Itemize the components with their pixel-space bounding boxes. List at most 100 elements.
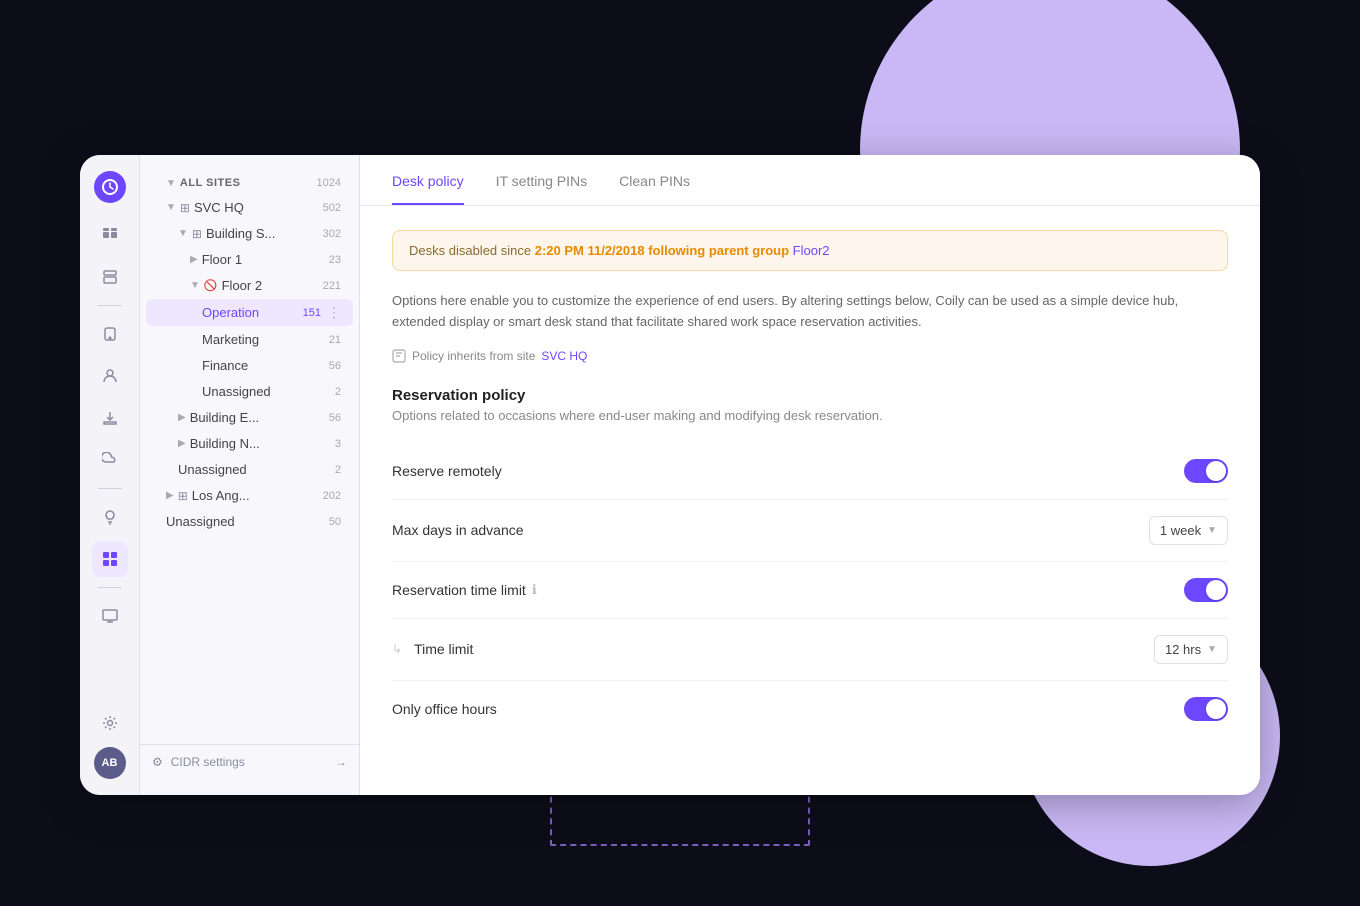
unassigned3-count: 50 bbox=[329, 516, 341, 528]
nav-icon-device[interactable] bbox=[92, 316, 128, 352]
nav-footer[interactable]: ⚙ CIDR settings → bbox=[140, 744, 359, 779]
setting-row-time-limit-hrs: ↳ Time limit 12 hrs ▼ bbox=[392, 619, 1228, 681]
warning-link[interactable]: Floor2 bbox=[793, 243, 830, 258]
operation-label: Operation bbox=[202, 305, 297, 320]
nav-item-unassigned2[interactable]: Unassigned 2 bbox=[146, 457, 353, 482]
divider-1 bbox=[98, 305, 122, 306]
unassigned2-count: 2 bbox=[335, 464, 341, 476]
office-hours-toggle[interactable] bbox=[1184, 697, 1228, 721]
setting-row-time-limit: Reservation time limit ℹ bbox=[392, 562, 1228, 619]
tab-it-setting-pins[interactable]: IT setting PINs bbox=[496, 155, 588, 205]
unassigned3-label: Unassigned bbox=[166, 514, 323, 529]
nav-arrow-floor2: ▼ bbox=[190, 280, 200, 291]
nav-icon-download[interactable] bbox=[92, 400, 128, 436]
reservation-policy-title: Reservation policy bbox=[392, 387, 1228, 404]
floor2-icon: 🚫 bbox=[204, 279, 218, 292]
nav-item-floor2[interactable]: ▼ 🚫 Floor 2 221 bbox=[146, 273, 353, 298]
nav-icon-settings[interactable] bbox=[92, 705, 128, 741]
setting-row-office-hours: Only office hours bbox=[392, 681, 1228, 737]
building-s-count: 302 bbox=[323, 228, 341, 240]
tab-clean-pins[interactable]: Clean PINs bbox=[619, 155, 690, 205]
nav-item-unassigned3[interactable]: Unassigned 50 bbox=[146, 509, 353, 534]
policy-inherit-prefix: Policy inherits from site bbox=[412, 349, 535, 363]
svc-hq-count: 502 bbox=[323, 202, 341, 214]
reservation-policy-section: Reservation policy Options related to oc… bbox=[392, 387, 1228, 737]
nav-icon-user[interactable] bbox=[92, 358, 128, 394]
time-limit-label: Reservation time limit ℹ bbox=[392, 582, 1184, 598]
content-body: Desks disabled since 2:20 PM 11/2/2018 f… bbox=[360, 206, 1260, 795]
time-limit-toggle[interactable] bbox=[1184, 578, 1228, 602]
nav-item-unassigned1[interactable]: Unassigned 2 bbox=[146, 379, 353, 404]
time-limit-hrs-chevron-icon: ▼ bbox=[1207, 644, 1217, 655]
unassigned1-label: Unassigned bbox=[202, 384, 329, 399]
nav-item-all-sites[interactable]: ▼ ALL SITES 1024 bbox=[146, 172, 353, 194]
time-limit-hrs-dropdown[interactable]: 12 hrs ▼ bbox=[1154, 635, 1228, 664]
setting-row-reserve-remotely: Reserve remotely bbox=[392, 443, 1228, 500]
svc-hq-label: SVC HQ bbox=[194, 200, 317, 215]
nav-item-marketing[interactable]: Marketing 21 bbox=[146, 327, 353, 352]
floor1-count: 23 bbox=[329, 254, 341, 266]
divider-3 bbox=[98, 587, 122, 588]
app-logo[interactable] bbox=[94, 171, 126, 203]
floor1-label: Floor 1 bbox=[202, 252, 323, 267]
setting-row-max-days: Max days in advance 1 week ▼ bbox=[392, 500, 1228, 562]
nav-item-svc-hq[interactable]: ▼ ⊞ SVC HQ 502 bbox=[146, 195, 353, 220]
los-ang-count: 202 bbox=[323, 490, 341, 502]
user-avatar[interactable]: AB bbox=[94, 747, 126, 779]
icon-sidebar: AB bbox=[80, 155, 140, 795]
floor2-label: Floor 2 bbox=[222, 278, 317, 293]
nav-item-building-s[interactable]: ▼ ⊞ Building S... 302 bbox=[146, 221, 353, 246]
reserve-remotely-value bbox=[1184, 459, 1228, 483]
svc-hq-icon: ⊞ bbox=[180, 201, 190, 215]
max-days-value: 1 week ▼ bbox=[1149, 516, 1228, 545]
building-s-label: Building S... bbox=[206, 226, 317, 241]
policy-inherit: Policy inherits from site SVC HQ bbox=[392, 349, 1228, 363]
all-sites-label: ALL SITES bbox=[180, 177, 311, 189]
nav-icon-grid[interactable] bbox=[92, 541, 128, 577]
warning-banner: Desks disabled since 2:20 PM 11/2/2018 f… bbox=[392, 230, 1228, 271]
tab-desk-policy[interactable]: Desk policy bbox=[392, 155, 464, 205]
dashed-rectangle bbox=[550, 786, 810, 846]
office-hours-label: Only office hours bbox=[392, 701, 1184, 717]
policy-inherit-link[interactable]: SVC HQ bbox=[541, 349, 587, 363]
marketing-label: Marketing bbox=[202, 332, 323, 347]
building-n-count: 3 bbox=[335, 438, 341, 450]
warning-prefix: Desks disabled since bbox=[409, 243, 535, 258]
time-limit-hrs-value: 12 hrs ▼ bbox=[1154, 635, 1228, 664]
max-days-chevron-icon: ▼ bbox=[1207, 525, 1217, 536]
nav-arrow-svc: ▼ bbox=[166, 202, 176, 213]
nav-item-operation[interactable]: Operation 151 ⋮ bbox=[146, 299, 353, 326]
nav-icon-home[interactable] bbox=[92, 217, 128, 253]
operation-more-icon[interactable]: ⋮ bbox=[327, 304, 341, 321]
operation-count: 151 bbox=[303, 307, 321, 319]
max-days-dropdown[interactable]: 1 week ▼ bbox=[1149, 516, 1228, 545]
office-hours-value bbox=[1184, 697, 1228, 721]
reserve-remotely-toggle[interactable] bbox=[1184, 459, 1228, 483]
building-e-count: 56 bbox=[329, 412, 341, 424]
nav-icon-display[interactable] bbox=[92, 598, 128, 634]
reserve-remotely-label: Reserve remotely bbox=[392, 463, 1184, 479]
nav-item-floor1[interactable]: ▶ Floor 1 23 bbox=[146, 247, 353, 272]
building-n-label: Building N... bbox=[190, 436, 329, 451]
unassigned2-label: Unassigned bbox=[178, 462, 329, 477]
finance-label: Finance bbox=[202, 358, 323, 373]
building-s-icon: ⊞ bbox=[192, 227, 202, 241]
main-content: Desk policy IT setting PINs Clean PINs D… bbox=[360, 155, 1260, 795]
nav-arrow-building-n: ▶ bbox=[178, 438, 186, 449]
cidr-arrow: → bbox=[335, 755, 347, 769]
warning-highlight: 2:20 PM 11/2/2018 following parent group bbox=[535, 243, 789, 258]
nav-icon-cloud[interactable] bbox=[92, 442, 128, 478]
nav-arrow-building-s: ▼ bbox=[178, 228, 188, 239]
time-limit-value bbox=[1184, 578, 1228, 602]
nav-arrow-all-sites: ▼ bbox=[166, 178, 176, 189]
nav-item-los-ang[interactable]: ▶ ⊞ Los Ang... 202 bbox=[146, 483, 353, 508]
nav-arrow-building-e: ▶ bbox=[178, 412, 186, 423]
nav-item-finance[interactable]: Finance 56 bbox=[146, 353, 353, 378]
main-card: AB ▼ ALL SITES 1024 ▼ ⊞ SVC HQ 502 bbox=[80, 155, 1260, 795]
nav-item-building-n[interactable]: ▶ Building N... 3 bbox=[146, 431, 353, 456]
floor2-count: 221 bbox=[323, 280, 341, 292]
nav-icon-lightbulb[interactable] bbox=[92, 499, 128, 535]
nav-item-building-e[interactable]: ▶ Building E... 56 bbox=[146, 405, 353, 430]
nav-arrow-los-ang: ▶ bbox=[166, 490, 174, 501]
nav-icon-layers[interactable] bbox=[92, 259, 128, 295]
